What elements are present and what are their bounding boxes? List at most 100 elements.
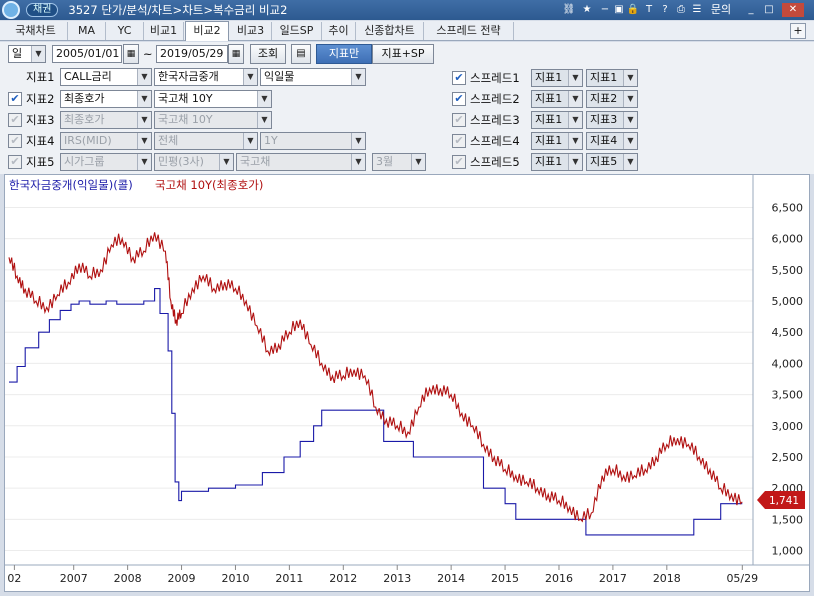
indicator5-term-select[interactable]: 3월 ▼ xyxy=(372,153,426,171)
indicator3-checkbox[interactable]: ✔ xyxy=(8,113,22,127)
tab-compare2[interactable]: 비교2 xyxy=(185,21,229,41)
spread4-b-select[interactable]: 지표4 ▼ xyxy=(586,132,638,150)
indicator-only-button[interactable]: 지표만 xyxy=(316,44,372,64)
chevron-down-icon: ▼ xyxy=(623,112,637,128)
end-date-input[interactable]: 2019/05/29 xyxy=(156,45,228,63)
spread1-a-select[interactable]: 지표1 ▼ xyxy=(531,69,583,87)
period-select[interactable]: 일 ▼ xyxy=(8,45,46,63)
maximize-icon[interactable]: □ xyxy=(762,3,776,17)
indicator4-scope-select[interactable]: 전체 ▼ xyxy=(154,132,258,150)
indicator3-bond-value: 국고채 10Y xyxy=(158,113,213,126)
legend-series-2: 국고채 10Y(최종호가) xyxy=(155,178,263,192)
spread1-b-value: 지표1 xyxy=(590,71,618,84)
indicator5-bond-select[interactable]: 국고채 ▼ xyxy=(236,153,366,171)
indicator4-type-select[interactable]: IRS(MID) ▼ xyxy=(60,132,152,150)
spread3-b-select[interactable]: 지표3 ▼ xyxy=(586,111,638,129)
chevron-down-icon: ▼ xyxy=(257,91,271,107)
link-icon[interactable]: ⛓ xyxy=(562,3,576,17)
add-tab-button[interactable]: + xyxy=(790,23,806,39)
lock-icon[interactable]: 🔒 xyxy=(626,3,640,17)
calendar-icon[interactable]: ▦ xyxy=(228,44,244,64)
y-tick-label: 5,500 xyxy=(772,264,804,277)
chevron-down-icon: ▼ xyxy=(623,70,637,86)
indicator1-source-select[interactable]: 한국자금중개 ▼ xyxy=(154,68,258,86)
chevron-down-icon: ▼ xyxy=(568,112,582,128)
legend-series-1: 한국자금중개(익일물)(콜) xyxy=(9,178,133,192)
indicator1-type-value: CALL금리 xyxy=(64,70,112,83)
tab-new-chart[interactable]: 신종합차트 xyxy=(356,22,424,40)
indicator2-bond-select[interactable]: 국고채 10Y ▼ xyxy=(154,90,272,108)
grid-icon[interactable]: ▤ xyxy=(291,44,311,64)
spread5-a-select[interactable]: 지표1 ▼ xyxy=(531,153,583,171)
indicator1-type-select[interactable]: CALL금리 ▼ xyxy=(60,68,152,86)
start-date-input[interactable]: 2005/01/01 xyxy=(52,45,122,63)
tab-ma[interactable]: MA xyxy=(68,22,106,40)
spread3-checkbox[interactable]: ✔ xyxy=(452,113,466,127)
star-icon[interactable]: ★ xyxy=(580,3,594,17)
tab-compare1[interactable]: 비교1 xyxy=(144,22,184,40)
indicator1-term-select[interactable]: 익일물 ▼ xyxy=(260,68,366,86)
tab-spread-strategy[interactable]: 스프레드 전략 xyxy=(424,22,514,40)
chevron-down-icon: ▼ xyxy=(137,154,151,170)
category-badge: 채권 xyxy=(26,3,59,17)
spread4-label: 스프레드4 xyxy=(470,134,520,148)
indicator5-group-select[interactable]: 시가그룹 ▼ xyxy=(60,153,152,171)
tab-trend[interactable]: 추이 xyxy=(322,22,356,40)
spread2-a-select[interactable]: 지표1 ▼ xyxy=(531,90,583,108)
indicator5-term-value: 3월 xyxy=(376,155,394,168)
spread1-label: 스프레드1 xyxy=(470,71,520,85)
minus-icon[interactable]: − xyxy=(598,3,612,17)
indicator4-type-value: IRS(MID) xyxy=(64,134,112,147)
chevron-down-icon: ▼ xyxy=(137,112,151,128)
tab-compare3[interactable]: 비교3 xyxy=(230,22,272,40)
spread1-checkbox[interactable]: ✔ xyxy=(452,71,466,85)
text-icon[interactable]: T xyxy=(642,3,656,17)
spread4-checkbox[interactable]: ✔ xyxy=(452,134,466,148)
spread1-b-select[interactable]: 지표1 ▼ xyxy=(586,69,638,87)
tab-treasury-chart[interactable]: 국채차트 xyxy=(4,22,68,40)
tab-yc[interactable]: YC xyxy=(106,22,144,40)
help-icon[interactable]: ? xyxy=(658,3,672,17)
indicator3-type-value: 최종호가 xyxy=(64,113,105,126)
chevron-down-icon: ▼ xyxy=(623,154,637,170)
indicator2-checkbox[interactable]: ✔ xyxy=(8,92,22,106)
x-tick-label: 2009 xyxy=(168,572,196,585)
x-tick-label: 2014 xyxy=(437,572,465,585)
spread2-checkbox[interactable]: ✔ xyxy=(452,92,466,106)
indicator1-source-value: 한국자금중개 xyxy=(158,70,219,83)
rate-comparison-chart[interactable]: 6,500 6,000 5,500 5,000 4,500 4,000 3,500 3,000… xyxy=(4,174,810,592)
indicator2-type-select[interactable]: 최종호가 ▼ xyxy=(60,90,152,108)
save-icon[interactable]: ▣ xyxy=(612,3,626,17)
settings-icon[interactable]: ☰ xyxy=(690,3,704,17)
tab-bar: 국채차트 MA YC 비교1 비교2 비교3 일드SP 추이 신종합차트 스프레… xyxy=(0,21,814,41)
indicator5-source-select[interactable]: 민평(3사) ▼ xyxy=(154,153,234,171)
indicator-sp-button[interactable]: 지표+SP xyxy=(372,44,434,64)
indicator4-term-select[interactable]: 1Y ▼ xyxy=(260,132,366,150)
spread5-checkbox[interactable]: ✔ xyxy=(452,155,466,169)
indicator4-scope-value: 전체 xyxy=(158,134,179,147)
calendar-icon[interactable]: ▦ xyxy=(123,44,139,64)
indicator4-term-value: 1Y xyxy=(264,134,278,147)
chevron-down-icon: ▼ xyxy=(568,70,582,86)
x-tick-label: 05/29 xyxy=(726,572,758,585)
indicator3-type-select[interactable]: 최종호가 ▼ xyxy=(60,111,152,129)
spread3-a-value: 지표1 xyxy=(535,113,563,126)
y-tick-label: 4,500 xyxy=(772,326,804,339)
indicator3-bond-select[interactable]: 국고채 10Y ▼ xyxy=(154,111,272,129)
print-icon[interactable]: ⎙ xyxy=(674,3,688,17)
query-button[interactable]: 조회 xyxy=(250,44,286,64)
minimize-icon[interactable]: _ xyxy=(744,3,758,17)
chevron-down-icon: ▼ xyxy=(351,69,365,85)
close-icon[interactable]: ✕ xyxy=(782,3,804,17)
inquiry-button[interactable]: 문의 xyxy=(706,3,736,17)
indicator4-checkbox[interactable]: ✔ xyxy=(8,134,22,148)
spread5-b-select[interactable]: 지표5 ▼ xyxy=(586,153,638,171)
spread3-a-select[interactable]: 지표1 ▼ xyxy=(531,111,583,129)
spread5-b-value: 지표5 xyxy=(590,155,618,168)
last-value-marker: 1,741 xyxy=(757,491,805,509)
tab-yield-sp[interactable]: 일드SP xyxy=(272,22,322,40)
indicator5-checkbox[interactable]: ✔ xyxy=(8,155,22,169)
spread4-a-select[interactable]: 지표1 ▼ xyxy=(531,132,583,150)
spread2-b-select[interactable]: 지표2 ▼ xyxy=(586,90,638,108)
y-tick-label: 3,000 xyxy=(772,420,804,433)
